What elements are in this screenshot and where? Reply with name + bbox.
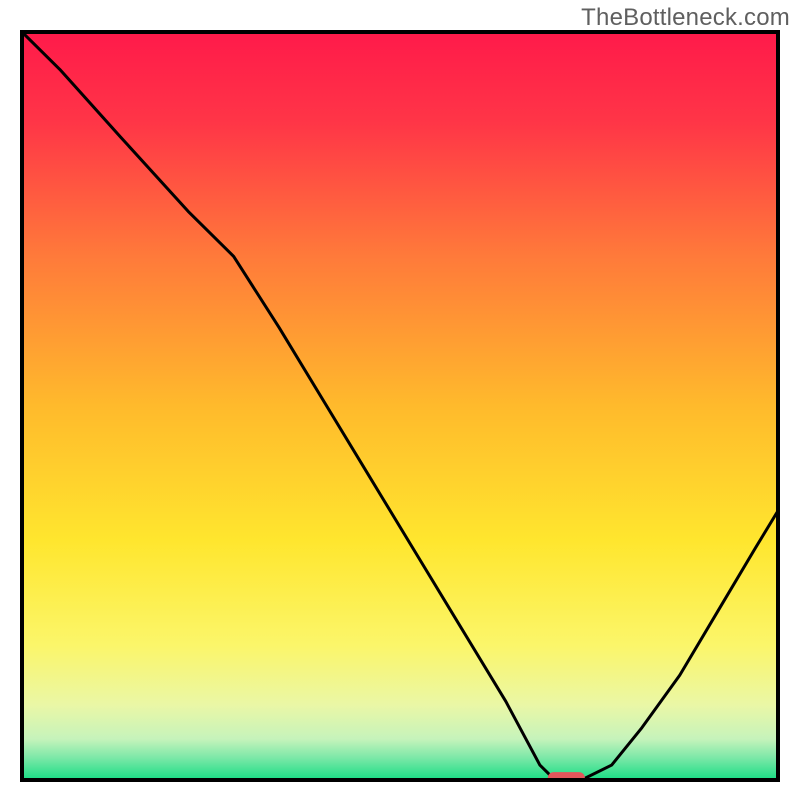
gradient-background bbox=[22, 32, 778, 780]
bottleneck-chart bbox=[0, 0, 800, 800]
chart-container: TheBottleneck.com bbox=[0, 0, 800, 800]
